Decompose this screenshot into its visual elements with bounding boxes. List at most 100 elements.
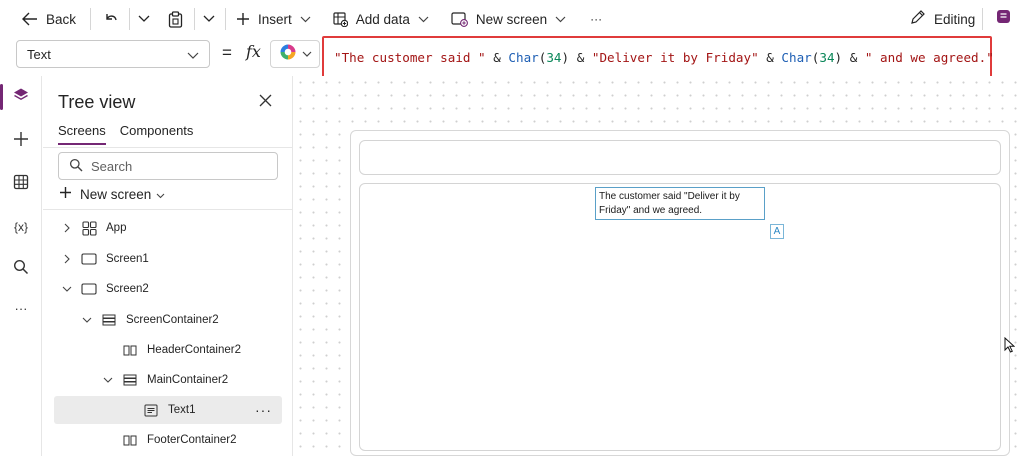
search-input[interactable]: Search	[58, 152, 278, 180]
equals-sign: =	[222, 43, 232, 62]
variables-icon: {x}	[13, 220, 28, 234]
horizontal-container-icon	[121, 345, 139, 356]
chevron-down-icon	[101, 377, 115, 383]
tree-node-screen2[interactable]: Screen2	[43, 275, 293, 303]
new-screen-label: New screen	[475, 11, 548, 27]
tree-node-maincontainer2[interactable]: MainContainer2	[43, 366, 293, 394]
add-data-button[interactable]: Add data	[333, 0, 429, 38]
formula-bar: Text = fx "The customer said " & Char(34…	[0, 36, 1024, 79]
design-canvas[interactable]: The customer said "Deliver it by Friday"…	[294, 76, 1024, 456]
divider	[43, 209, 293, 210]
formula-input[interactable]: "The customer said " & Char(34) & "Deliv…	[322, 36, 994, 79]
insert-button[interactable]: Insert	[236, 0, 311, 38]
screen2-frame[interactable]: The customer said "Deliver it by Friday"…	[350, 130, 1010, 456]
vertical-container-icon	[100, 314, 118, 326]
copilot-button[interactable]	[270, 40, 320, 68]
clipboard-icon	[168, 10, 183, 28]
toolbar-divider	[90, 8, 92, 30]
undo-dropdown-button[interactable]	[138, 0, 150, 38]
formula-token-function: Char	[508, 50, 539, 65]
text-label-icon	[142, 404, 160, 417]
chevron-down-icon	[302, 45, 312, 63]
paste-button[interactable]	[168, 0, 183, 38]
undo-button[interactable]	[103, 0, 119, 38]
formula-token-number: 34	[546, 50, 562, 65]
editing-label: Editing	[934, 11, 976, 27]
mouse-cursor-icon	[1004, 336, 1016, 358]
editing-status-button[interactable]: Editing	[910, 0, 975, 38]
horizontal-container-icon	[121, 435, 139, 446]
variables-rail-button[interactable]: {x}	[0, 210, 42, 244]
tab-components[interactable]: Components	[120, 123, 194, 145]
tab-screens[interactable]: Screens	[58, 123, 106, 145]
tree-node-app[interactable]: App	[43, 214, 293, 242]
command-bar: Back Insert Add data New screen ··· Edit…	[0, 0, 1024, 38]
fx-icon: fx	[246, 42, 261, 61]
chevron-down-icon	[203, 15, 215, 23]
app-checker-button[interactable]	[996, 0, 1011, 38]
plus-icon	[13, 131, 29, 152]
more-rail-button[interactable]: ···	[0, 291, 42, 325]
insert-label: Insert	[258, 11, 292, 27]
tree-node-label: Screen2	[106, 283, 149, 295]
text1-control[interactable]: The customer said "Deliver it by Friday"…	[595, 187, 765, 220]
formula-token-number: 34	[819, 50, 835, 65]
tree-node-headercontainer2[interactable]: HeaderContainer2	[43, 336, 293, 364]
toolbar-divider	[194, 8, 196, 30]
tree-node-footercontainer2[interactable]: FooterContainer2	[43, 426, 293, 454]
search-rail-button[interactable]	[0, 252, 42, 286]
app-icon	[996, 9, 1011, 29]
property-dropdown[interactable]: Text	[16, 40, 210, 68]
paste-dropdown-button[interactable]	[203, 0, 215, 38]
toolbar-divider	[129, 8, 131, 30]
chevron-down-icon	[187, 48, 199, 63]
node-more-button[interactable]: ···	[255, 402, 272, 418]
tree-node-label: App	[106, 222, 127, 234]
new-screen-label: New screen	[80, 186, 152, 202]
more-label: ···	[590, 12, 603, 26]
formula-token-operator: &	[842, 50, 865, 65]
new-screen-icon	[451, 11, 468, 27]
plus-icon	[59, 186, 72, 202]
insert-rail-button[interactable]	[0, 124, 42, 158]
more-commands-button[interactable]: ···	[590, 0, 602, 38]
tree-view-rail-button[interactable]	[0, 80, 42, 114]
formula-token-operator: &	[485, 50, 509, 65]
chevron-down-icon	[418, 16, 429, 23]
formula-token-string: "Deliver it by Friday"	[591, 50, 759, 65]
chevron-right-icon	[60, 254, 74, 264]
formula-token-string: "The customer said "	[334, 50, 486, 65]
chevron-down-icon	[60, 286, 74, 292]
search-icon	[13, 259, 29, 280]
plus-icon	[236, 12, 250, 26]
formula-token-paren: )	[834, 50, 843, 65]
table-add-icon	[333, 11, 348, 27]
formula-token-paren: (	[538, 50, 547, 65]
header-container[interactable]	[359, 140, 1001, 175]
divider	[43, 147, 293, 148]
new-screen-button[interactable]: New screen	[451, 0, 566, 38]
tree-node-label: Screen1	[106, 253, 149, 265]
new-screen-tree-button[interactable]: New screen	[59, 186, 165, 202]
chevron-down-icon	[300, 16, 311, 23]
tree-node-screen1[interactable]: Screen1	[43, 245, 293, 273]
chevron-down-icon	[156, 187, 165, 202]
main-container[interactable]: The customer said "Deliver it by Friday"…	[359, 183, 1001, 451]
left-rail: {x} ···	[0, 76, 42, 456]
layers-icon	[13, 87, 29, 108]
search-placeholder: Search	[91, 158, 133, 174]
tree-node-screencontainer2[interactable]: ScreenContainer2	[43, 306, 293, 334]
tree-node-label: ScreenContainer2	[126, 314, 219, 326]
tree-node-text1[interactable]: Text1 ···	[54, 396, 282, 424]
tree-node-label: FooterContainer2	[147, 434, 237, 446]
chevron-down-icon	[555, 16, 566, 23]
formula-token-paren: )	[561, 50, 570, 65]
screen-icon	[80, 283, 98, 295]
close-button[interactable]	[259, 94, 272, 112]
text-control-badge[interactable]: A	[770, 224, 784, 239]
data-rail-button[interactable]	[0, 167, 42, 201]
back-button[interactable]: Back	[22, 0, 76, 38]
arrow-left-icon	[22, 12, 38, 26]
app-grid-icon	[80, 220, 98, 236]
formula-token-operator: &	[569, 50, 592, 65]
